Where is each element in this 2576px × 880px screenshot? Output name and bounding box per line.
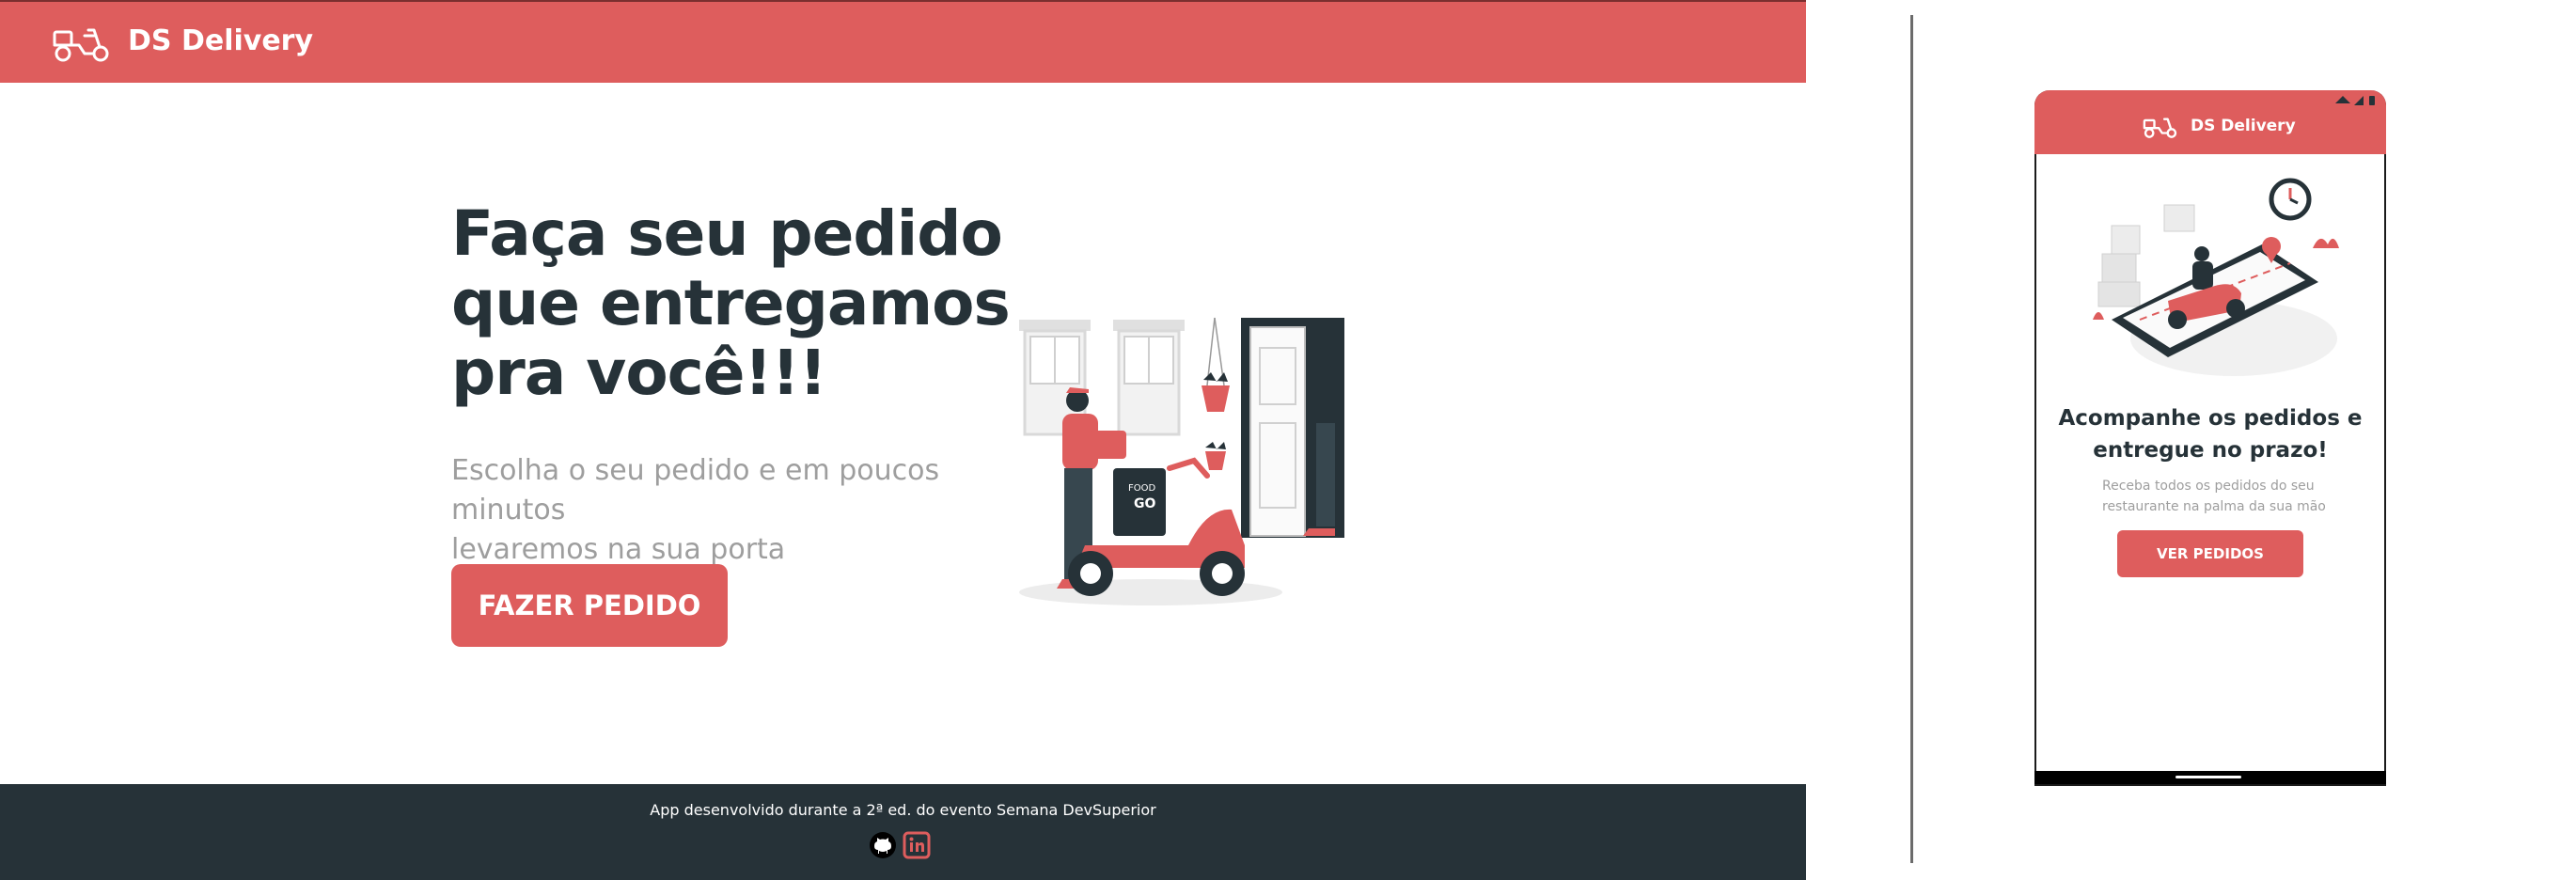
scooter-icon[interactable] — [51, 23, 113, 64]
status-bar-icons — [2335, 96, 2375, 105]
android-nav-bar — [2034, 771, 2386, 784]
hero-title: Faça seu pedido que entregamos pra você!… — [451, 199, 1034, 408]
mobile-title-line: Acompanhe os pedidos e — [2058, 406, 2363, 431]
app-title[interactable]: DS Delivery — [128, 24, 313, 57]
linkedin-icon[interactable] — [903, 831, 931, 859]
food-box-label: FOOD — [1128, 483, 1155, 494]
make-order-button[interactable]: FAZER PEDIDO — [451, 564, 728, 647]
mobile-subtitle-line: Receba todos os pedidos do seu — [2102, 479, 2315, 494]
footer-text: App desenvolvido durante a 2ª ed. do eve… — [650, 801, 1156, 819]
mobile-title: Acompanhe os pedidos e entregue no prazo… — [2036, 402, 2384, 466]
hero-title-line: que entregamos — [451, 267, 1011, 339]
signal-icon — [2354, 96, 2364, 105]
github-icon[interactable] — [869, 831, 897, 859]
phone-delivery-illustration — [2093, 178, 2339, 376]
food-box-label: GO — [1134, 496, 1155, 511]
desktop-app: DS Delivery Faça seu pedido que entregam… — [0, 0, 1806, 880]
hero-subtitle-line: Escolha o seu pedido e em poucos minutos — [451, 454, 940, 526]
view-orders-button[interactable]: VER PEDIDOS — [2117, 530, 2303, 577]
top-navbar: DS Delivery — [0, 0, 1806, 83]
hero-title-line: Faça seu pedido — [451, 197, 1003, 270]
wifi-icon — [2335, 96, 2350, 103]
mobile-subtitle-line: restaurante na palma da sua mão — [2102, 499, 2326, 514]
battery-icon — [2369, 96, 2375, 105]
mobile-title-line: entregue no prazo! — [2093, 438, 2328, 463]
section-divider — [1910, 15, 1913, 863]
mobile-mockup: DS Delivery Acompanhe os pedidos e entre… — [2034, 90, 2386, 786]
mobile-header: DS Delivery — [2034, 90, 2386, 154]
hero-title-line: pra você!!! — [451, 337, 827, 409]
scooter-icon[interactable] — [2142, 115, 2179, 139]
mobile-app-title[interactable]: DS Delivery — [2191, 117, 2296, 135]
hero-subtitle: Escolha o seu pedido e em poucos minutos… — [451, 451, 1015, 570]
delivery-at-door-illustration: FOOD GO — [1019, 317, 1344, 605]
mobile-subtitle: Receba todos os pedidos do seu restauran… — [2102, 476, 2328, 517]
page-footer: App desenvolvido durante a 2ª ed. do eve… — [0, 784, 1806, 880]
home-gesture-handle[interactable] — [2175, 776, 2241, 778]
